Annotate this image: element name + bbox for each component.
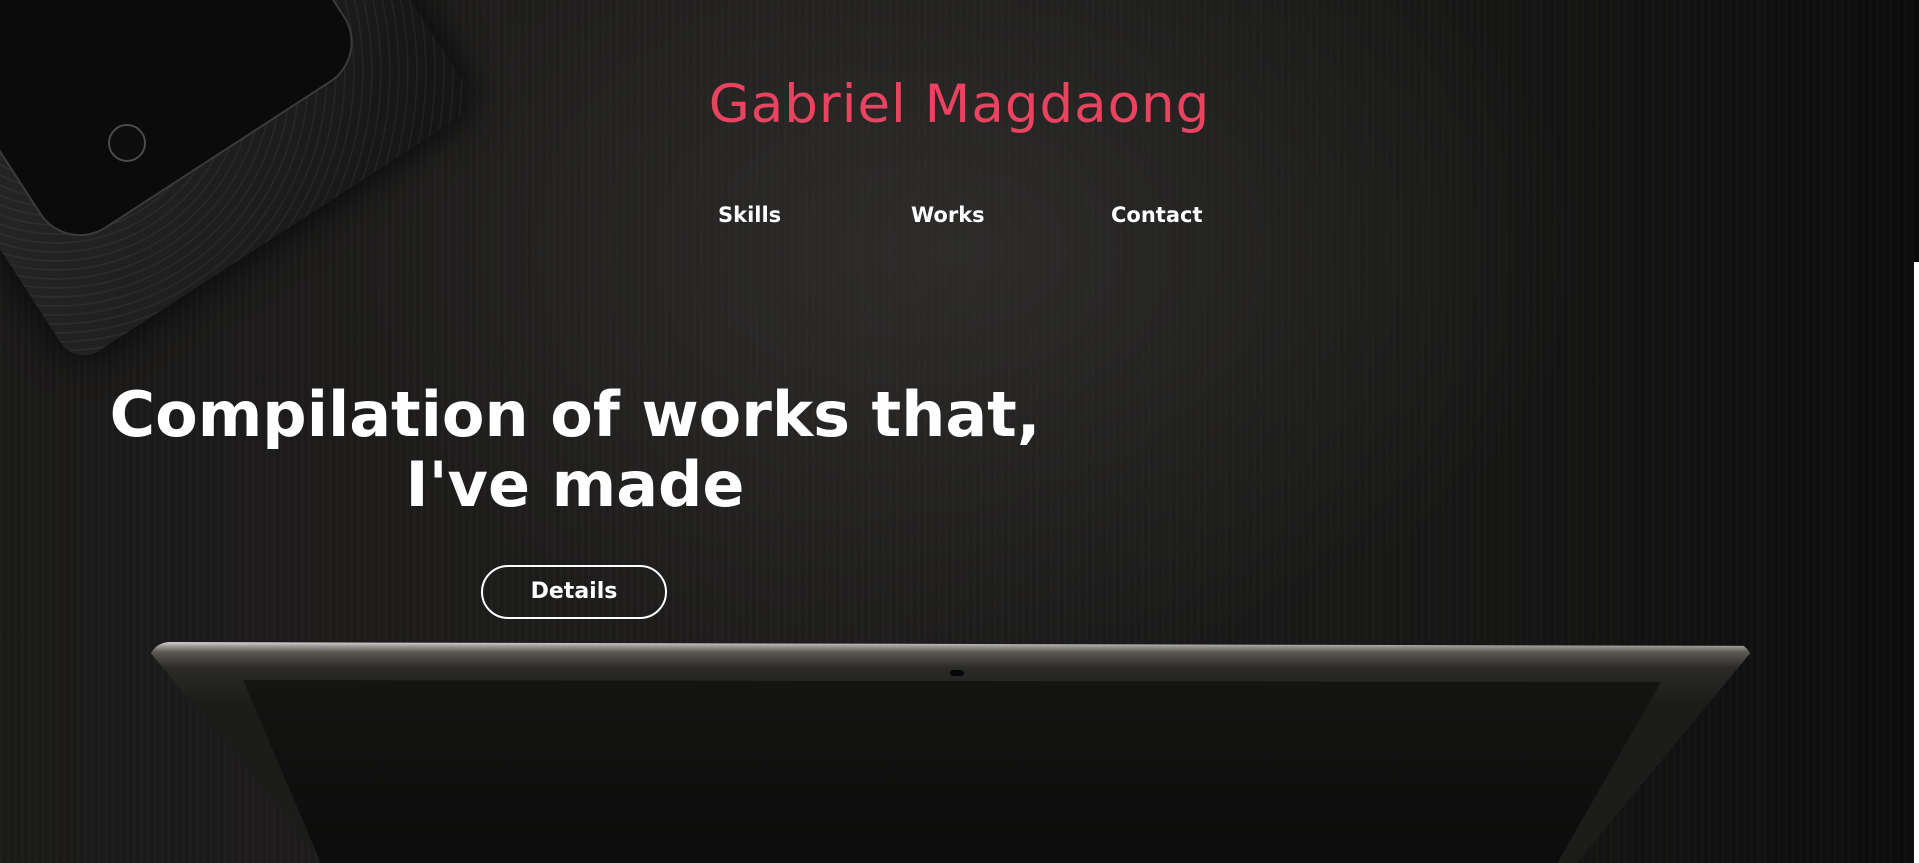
hero-title-line-2: I've made xyxy=(405,448,745,521)
details-button-wrap: Details xyxy=(481,565,667,619)
hero-title: Compilation of works that, I've made xyxy=(100,380,1050,520)
hero-background: Gabriel Magdaong Skills Works Contact Co… xyxy=(0,0,1919,863)
details-button[interactable]: Details xyxy=(481,565,667,619)
laptop-screen-decoration xyxy=(243,680,1661,863)
nav-link-works[interactable]: Works xyxy=(911,200,985,230)
nav-link-skills[interactable]: Skills xyxy=(718,200,781,230)
hero-title-line-1: Compilation of works that, xyxy=(109,378,1041,451)
hero-section: Compilation of works that, I've made xyxy=(100,380,1050,520)
site-brand-title[interactable]: Gabriel Magdaong xyxy=(0,70,1919,140)
nav-link-contact[interactable]: Contact xyxy=(1111,200,1203,230)
main-nav: Skills Works Contact xyxy=(0,200,1919,230)
right-edge-strip xyxy=(1914,262,1919,863)
laptop-camera-icon xyxy=(950,670,964,676)
